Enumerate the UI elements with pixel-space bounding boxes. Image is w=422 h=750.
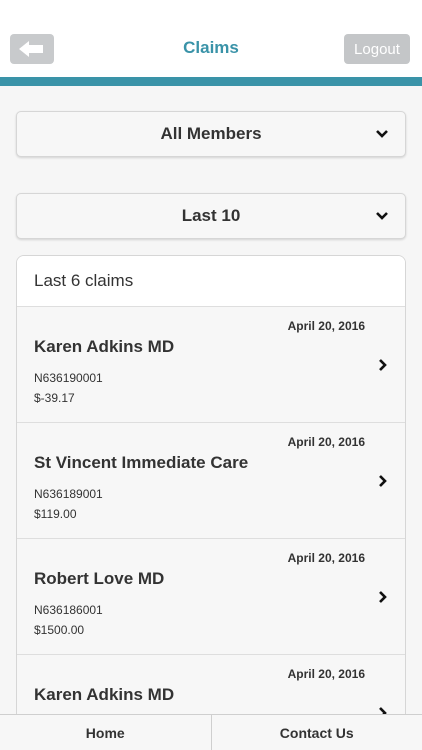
claim-provider: St Vincent Immediate Care <box>34 453 249 472</box>
claim-provider: Robert Love MD <box>34 569 165 588</box>
logout-button[interactable]: Logout <box>344 34 410 64</box>
claim-number: N636186001 <box>34 603 103 617</box>
claim-date: April 20, 2016 <box>287 667 365 681</box>
claim-provider: Karen Adkins MD <box>34 337 175 356</box>
chevron-right-icon <box>379 359 387 371</box>
claim-date: April 20, 2016 <box>287 319 365 333</box>
claim-row[interactable]: April 20, 2016 Karen Adkins MD N63619000… <box>17 307 405 423</box>
claim-row[interactable]: April 20, 2016 St Vincent Immediate Care… <box>17 423 405 539</box>
chevron-right-icon <box>379 475 387 487</box>
claims-summary: Last 6 claims <box>17 256 405 307</box>
claim-number: N636190001 <box>34 371 103 385</box>
claim-provider: Karen Adkins MD <box>34 685 175 704</box>
member-select[interactable]: All Members <box>16 111 406 157</box>
member-select-value: All Members <box>160 124 262 143</box>
claims-list: Last 6 claims April 20, 2016 Karen Adkin… <box>16 255 406 725</box>
chevron-down-icon <box>376 212 388 220</box>
claim-amount: $-39.17 <box>34 391 75 405</box>
range-select-value: Last 10 <box>181 206 241 225</box>
range-select[interactable]: Last 10 <box>16 193 406 239</box>
chevron-down-icon <box>376 130 388 138</box>
header-accent-bar <box>0 77 422 86</box>
claim-amount: $119.00 <box>34 507 77 521</box>
claim-number: N636189001 <box>34 487 103 501</box>
header: Claims Logout <box>0 0 422 77</box>
bottom-tab-bar: Home Contact Us <box>0 714 422 750</box>
claim-row[interactable]: April 20, 2016 Robert Love MD N636186001… <box>17 539 405 655</box>
claim-date: April 20, 2016 <box>287 435 365 449</box>
tab-contact-us[interactable]: Contact Us <box>210 715 422 750</box>
claim-amount: $1500.00 <box>34 623 85 637</box>
chevron-right-icon <box>379 591 387 603</box>
claim-date: April 20, 2016 <box>287 551 365 565</box>
tab-home[interactable]: Home <box>0 715 211 750</box>
